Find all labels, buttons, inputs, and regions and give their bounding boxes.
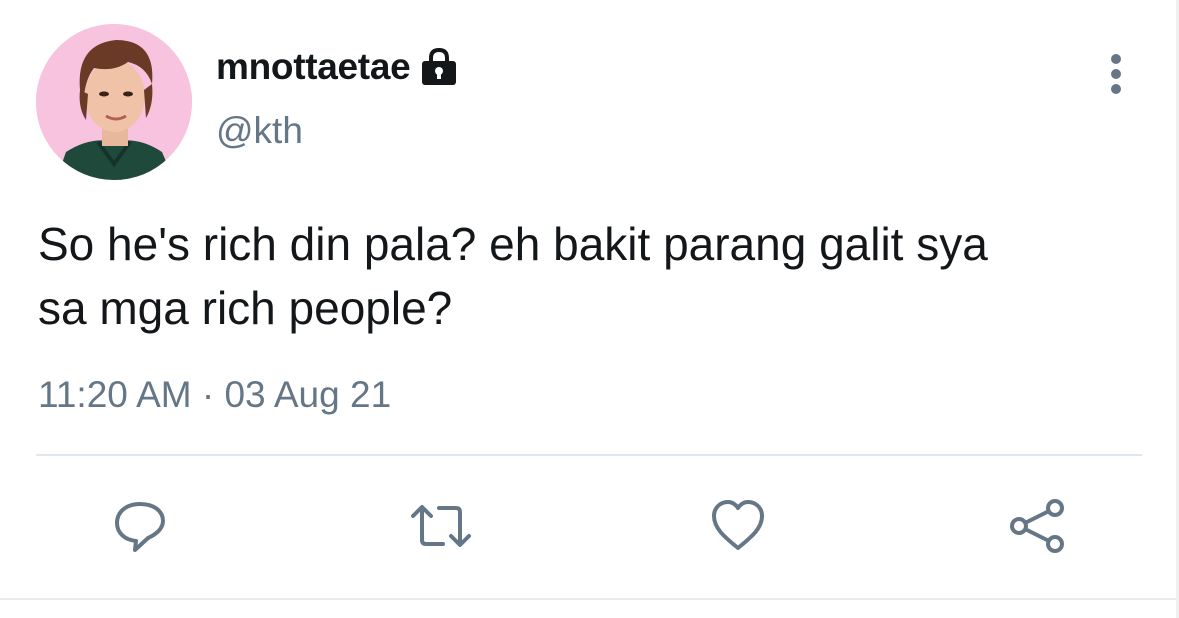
lock-icon bbox=[418, 46, 460, 88]
reply-button[interactable] bbox=[108, 494, 172, 558]
avatar[interactable] bbox=[36, 24, 192, 180]
display-name-row: mnottaetae bbox=[216, 44, 460, 90]
reply-icon bbox=[115, 502, 165, 552]
more-options-button[interactable] bbox=[1094, 50, 1138, 100]
tweet-date: 03 Aug 21 bbox=[224, 374, 392, 415]
vertical-dots-icon bbox=[1111, 54, 1121, 94]
tweet-card: mnottaetae @kth So he's rich din pala? e… bbox=[0, 0, 1179, 618]
heart-icon bbox=[712, 500, 764, 550]
share-icon bbox=[1010, 499, 1064, 553]
tweet-time: 11:20 AM bbox=[38, 374, 192, 415]
bottom-border bbox=[0, 598, 1179, 600]
user-handle[interactable]: @kth bbox=[216, 110, 303, 152]
tweet-text: So he's rich din pala? eh bakit parang g… bbox=[38, 218, 988, 334]
timestamp-separator: · bbox=[201, 374, 215, 415]
share-button[interactable] bbox=[1005, 494, 1069, 558]
divider bbox=[36, 454, 1142, 456]
like-button[interactable] bbox=[706, 494, 770, 558]
retweet-icon bbox=[411, 505, 471, 547]
tweet-timestamp: 11:20 AM · 03 Aug 21 bbox=[38, 374, 391, 416]
display-name[interactable]: mnottaetae bbox=[216, 46, 411, 88]
avatar-photo bbox=[36, 24, 192, 180]
retweet-button[interactable] bbox=[409, 494, 473, 558]
